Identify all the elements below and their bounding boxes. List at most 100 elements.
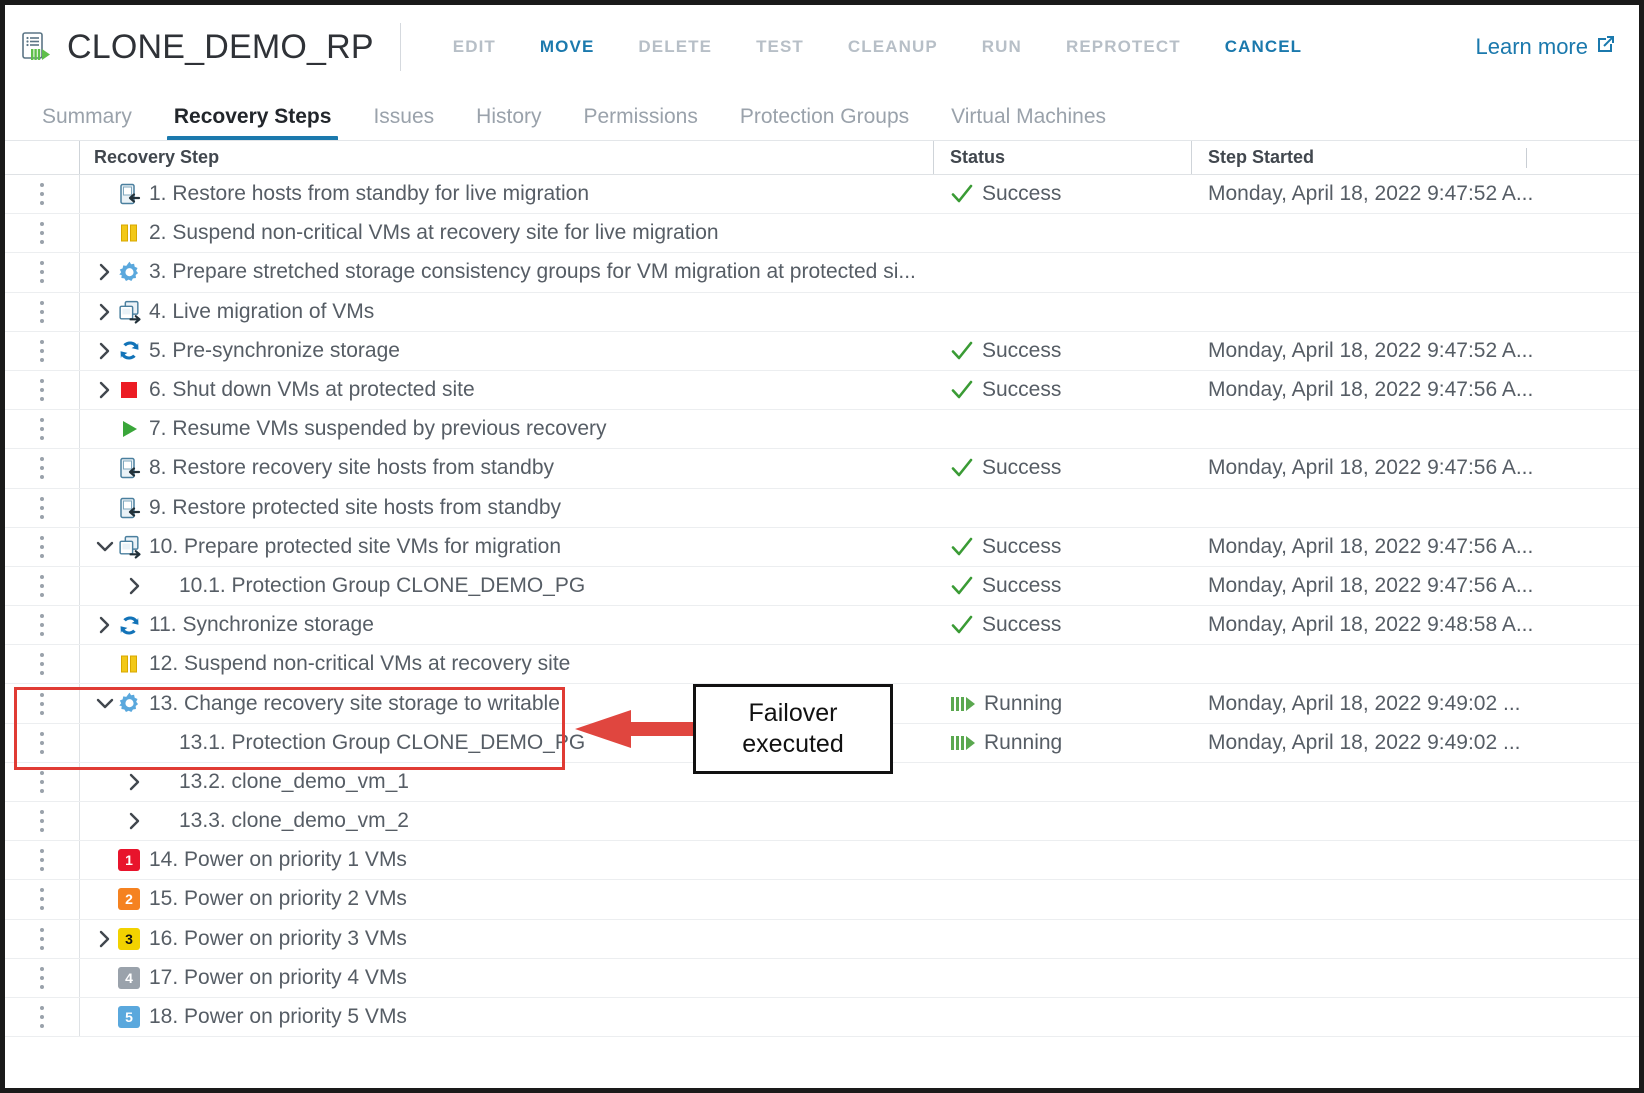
cell-step-started: Monday, April 18, 2022 9:49:02 ...	[1191, 724, 1639, 762]
action-move[interactable]: MOVE	[518, 37, 616, 57]
chevron-right-icon[interactable]	[94, 616, 116, 634]
chevron-right-icon[interactable]	[124, 577, 146, 595]
table-row[interactable]: 4. Live migration of VMs	[5, 292, 1639, 332]
row-menu-button[interactable]	[5, 253, 79, 291]
column-header-step-started[interactable]: Step Started	[1191, 141, 1639, 174]
table-row[interactable]: 5 18. Power on priority 5 VMs	[5, 997, 1639, 1038]
chevron-down-icon[interactable]	[94, 540, 116, 554]
row-menu-button[interactable]	[5, 645, 79, 683]
action-cancel[interactable]: CANCEL	[1203, 37, 1324, 57]
recovery-step-label: 10.1. Protection Group CLONE_DEMO_PG	[179, 573, 586, 597]
row-menu-button[interactable]	[5, 528, 79, 566]
action-run[interactable]: RUN	[960, 37, 1044, 57]
step-started-label: Monday, April 18, 2022 9:47:56 A...	[1208, 534, 1534, 558]
page-title: CLONE_DEMO_RP	[67, 27, 374, 66]
table-row[interactable]: 13.3. clone_demo_vm_2	[5, 802, 1639, 842]
table-row[interactable]: 12. Suspend non-critical VMs at recovery…	[5, 645, 1639, 685]
chevron-right-icon[interactable]	[94, 342, 116, 360]
row-menu-button[interactable]	[5, 998, 79, 1036]
table-row[interactable]: 5. Pre-synchronize storage Success Monday,…	[5, 331, 1639, 371]
column-header-recovery-step[interactable]: Recovery Step	[79, 141, 933, 174]
table-row[interactable]: 2. Suspend non-critical VMs at recovery …	[5, 214, 1639, 254]
row-menu-button[interactable]	[5, 802, 79, 840]
chevron-right-icon[interactable]	[124, 812, 146, 830]
learn-more-link[interactable]: Learn more	[1475, 33, 1617, 61]
cell-status	[933, 959, 1191, 997]
tab-permissions[interactable]: Permissions	[563, 105, 719, 141]
row-menu-button[interactable]	[5, 567, 79, 605]
external-link-icon	[1595, 33, 1617, 61]
kebab-menu-icon	[40, 770, 44, 793]
action-delete[interactable]: DELETE	[616, 37, 734, 57]
row-menu-button[interactable]	[5, 371, 79, 409]
row-menu-button[interactable]	[5, 332, 79, 370]
row-menu-button[interactable]	[5, 763, 79, 801]
gear-icon	[116, 691, 142, 717]
table-row[interactable]: 7. Resume VMs suspended by previous reco…	[5, 410, 1639, 450]
row-menu-button[interactable]	[5, 606, 79, 644]
action-edit[interactable]: EDIT	[431, 37, 518, 57]
cell-recovery-step: 5. Pre-synchronize storage	[79, 331, 933, 370]
chevron-right-icon[interactable]	[94, 930, 116, 948]
row-menu-button[interactable]	[5, 489, 79, 527]
cell-recovery-step: 11. Synchronize storage	[79, 606, 933, 645]
row-menu-button[interactable]	[5, 214, 79, 252]
table-row[interactable]: 10. Prepare protected site VMs for migra…	[5, 527, 1639, 567]
table-row[interactable]: 3. Prepare stretched storage consistency…	[5, 253, 1639, 293]
recovery-steps-table: Recovery Step Status Step Started 1. Res…	[5, 141, 1639, 1038]
table-row[interactable]: 2 15. Power on priority 2 VMs	[5, 880, 1639, 920]
row-menu-button[interactable]	[5, 841, 79, 879]
chevron-right-icon[interactable]	[124, 773, 146, 791]
chevron-right-icon[interactable]	[94, 381, 116, 399]
tab-issues[interactable]: Issues	[352, 105, 455, 141]
tab-protection-groups[interactable]: Protection Groups	[719, 105, 930, 141]
chevron-right-icon[interactable]	[94, 303, 116, 321]
row-menu-button[interactable]	[5, 920, 79, 958]
row-menu-button[interactable]	[5, 175, 79, 213]
table-row[interactable]: 11. Synchronize storage Success Monday, Ap…	[5, 606, 1639, 646]
action-test[interactable]: TEST	[734, 37, 826, 57]
table-row[interactable]: 1. Restore hosts from standby for live m…	[5, 175, 1639, 215]
cell-recovery-step: 3 16. Power on priority 3 VMs	[79, 919, 933, 958]
recovery-step-label: 10. Prepare protected site VMs for migra…	[149, 534, 562, 558]
running-icon	[950, 695, 976, 713]
status-label: Success	[982, 456, 1062, 480]
check-icon	[950, 535, 974, 559]
row-menu-button[interactable]	[5, 880, 79, 918]
kebab-menu-icon	[40, 574, 44, 597]
step-started-label: Monday, April 18, 2022 9:47:52 A...	[1208, 338, 1534, 362]
row-menu-button[interactable]	[5, 293, 79, 331]
action-reprotect[interactable]: REPROTECT	[1044, 37, 1203, 57]
column-header-status[interactable]: Status	[933, 141, 1191, 174]
status-label: Success	[982, 573, 1062, 597]
table-row[interactable]: 9. Restore protected site hosts from sta…	[5, 488, 1639, 528]
tab-virtual-machines[interactable]: Virtual Machines	[930, 105, 1127, 141]
play-icon	[116, 416, 142, 442]
chevron-down-icon[interactable]	[94, 697, 116, 711]
table-row[interactable]: 1 14. Power on priority 1 VMs	[5, 841, 1639, 881]
status-label: Success	[982, 613, 1062, 637]
cell-status: Success	[933, 332, 1191, 370]
row-menu-button[interactable]	[5, 410, 79, 448]
row-menu-button[interactable]	[5, 959, 79, 997]
table-row[interactable]: 8. Restore recovery site hosts from stan…	[5, 449, 1639, 489]
recovery-step-label: 14. Power on priority 1 VMs	[149, 848, 407, 872]
row-menu-button[interactable]	[5, 449, 79, 487]
table-row[interactable]: 6. Shut down VMs at protected site Succes…	[5, 370, 1639, 411]
cell-status	[933, 920, 1191, 958]
tab-summary[interactable]: Summary	[21, 105, 153, 141]
recovery-step-label: 11. Synchronize storage	[149, 613, 374, 637]
column-resize-handle[interactable]	[1526, 148, 1527, 168]
tab-history[interactable]: History	[455, 105, 562, 141]
running-icon	[950, 734, 976, 752]
tab-recovery-steps[interactable]: Recovery Steps	[153, 105, 353, 141]
step-started-label: Monday, April 18, 2022 9:47:52 A...	[1208, 182, 1534, 206]
row-menu-button[interactable]	[5, 724, 79, 762]
action-cleanup[interactable]: CLEANUP	[826, 37, 960, 57]
table-row[interactable]: 4 17. Power on priority 4 VMs	[5, 958, 1639, 998]
pause-icon	[116, 651, 142, 677]
table-row[interactable]: 10.1. Protection Group CLONE_DEMO_PG Succ…	[5, 566, 1639, 607]
table-row[interactable]: 3 16. Power on priority 3 VMs	[5, 919, 1639, 959]
row-menu-button[interactable]	[5, 684, 79, 722]
chevron-right-icon[interactable]	[94, 263, 116, 281]
